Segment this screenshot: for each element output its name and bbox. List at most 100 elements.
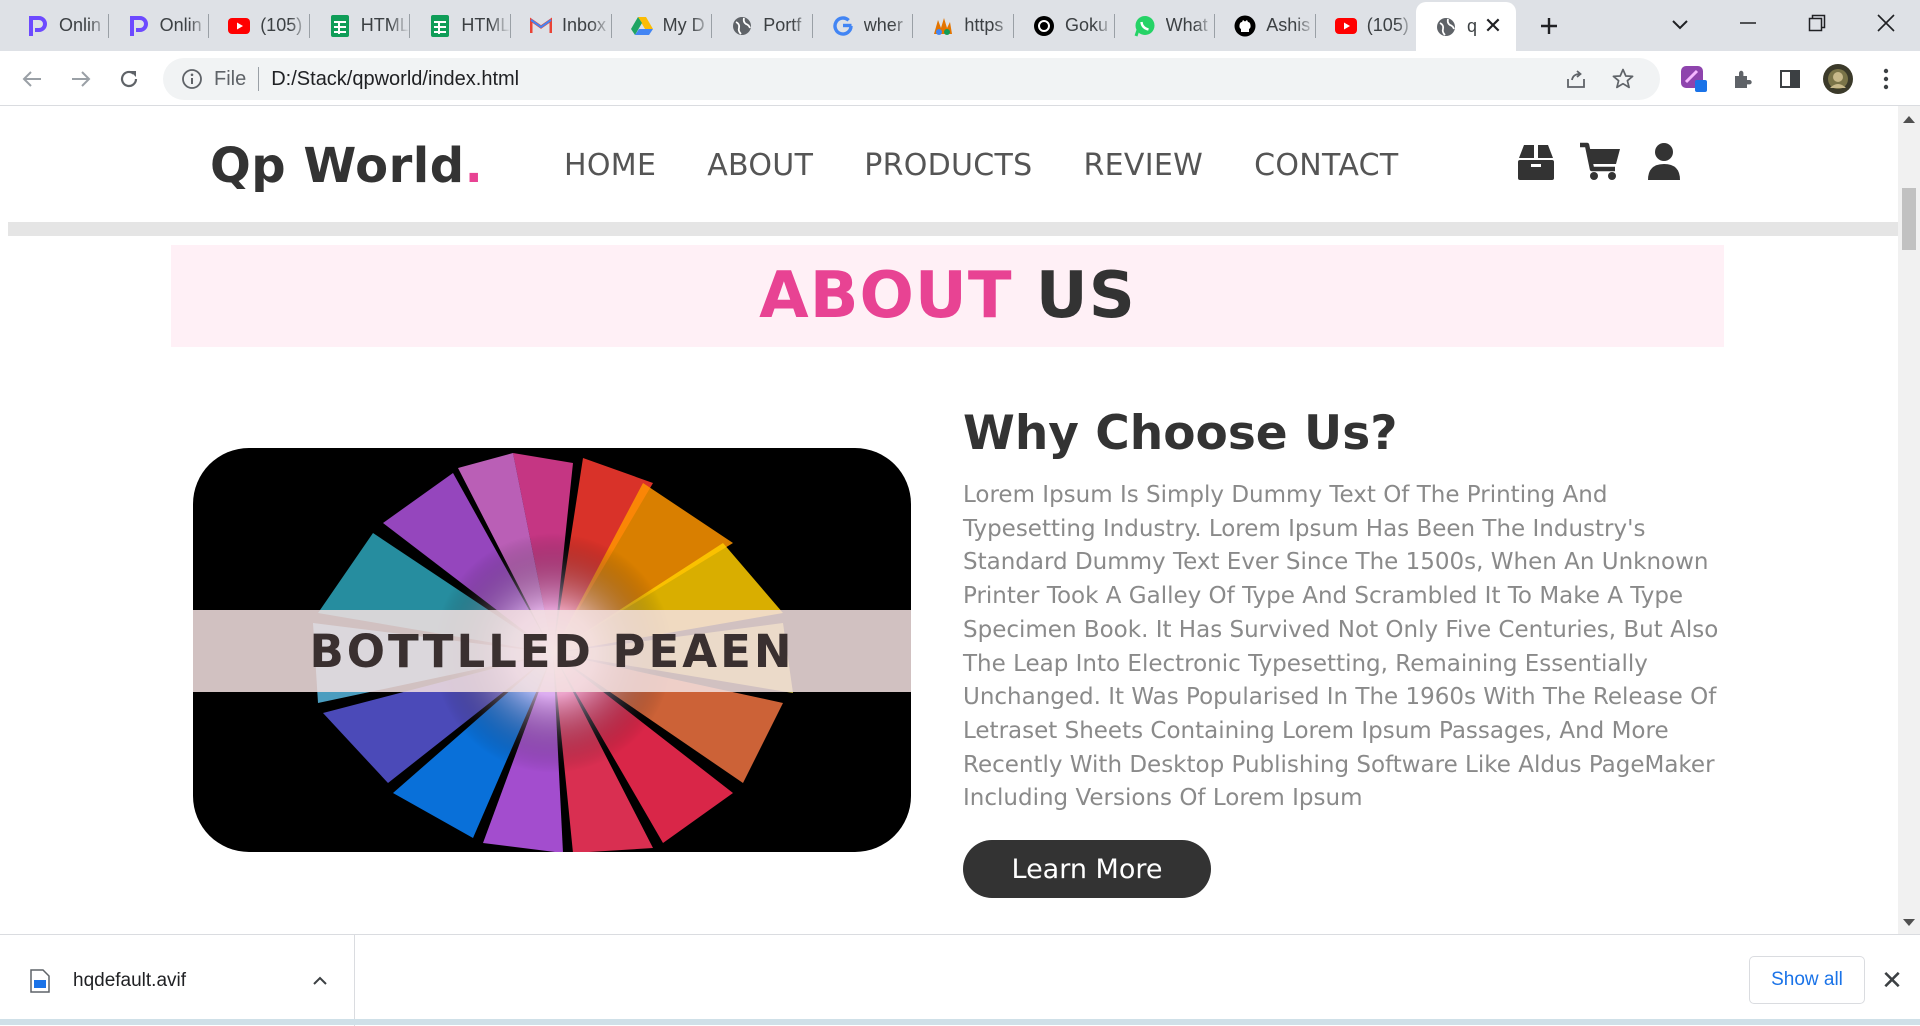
globe-icon: [731, 15, 753, 37]
download-file-name: hqdefault.avif: [73, 969, 187, 991]
taskbar-strip: [0, 1019, 1920, 1025]
scroll-down-arrow-icon[interactable]: [1903, 919, 1915, 926]
back-arrow-icon[interactable]: [15, 62, 49, 96]
sheets-icon: [429, 14, 451, 37]
globe-icon: [1435, 16, 1457, 38]
tab-7[interactable]: My D: [612, 6, 712, 45]
file-icon: [30, 968, 50, 993]
scroll-up-arrow-icon[interactable]: [1903, 116, 1915, 123]
browser-tab-strip: Onlin Onlin (105) HTML HTML Inbox My D Portf whe…: [0, 0, 1920, 51]
tab-title: (105): [1366, 15, 1409, 35]
info-icon[interactable]: [180, 67, 204, 91]
hands-icon: [932, 15, 954, 37]
nav-review[interactable]: REVIEW: [1084, 148, 1204, 183]
reload-icon[interactable]: [112, 62, 146, 96]
youtube-icon: [1334, 15, 1357, 37]
youtube-icon: [228, 15, 251, 37]
url-scheme-label: File: [214, 67, 247, 90]
heading-accent: ABOUT: [759, 259, 1013, 333]
image-banner: BOTTLLED PEAEN: [193, 610, 911, 692]
logo-text: Qp World: [210, 138, 465, 194]
download-bar: hqdefault.avif Show all ✕: [0, 934, 1920, 1026]
side-panel-icon[interactable]: [1773, 62, 1807, 96]
tab-2[interactable]: Onlin: [109, 6, 209, 45]
header-divider: [8, 222, 1898, 236]
github-icon: [1234, 15, 1256, 37]
tab-title: (105): [260, 15, 303, 35]
proton-icon: [27, 15, 49, 37]
tab-8[interactable]: Portf: [712, 6, 812, 45]
restore-window-icon[interactable]: [1802, 8, 1832, 38]
tab-title: Portf: [763, 15, 802, 35]
about-heading-band: ABOUT US: [171, 245, 1724, 347]
tab-4[interactable]: HTML: [310, 6, 410, 45]
nav-contact[interactable]: CONTACT: [1254, 148, 1398, 183]
heading-rest: US: [1035, 259, 1136, 333]
extension-icon[interactable]: [1677, 62, 1711, 96]
profile-avatar[interactable]: [1821, 62, 1855, 96]
logo-dot: .: [464, 138, 484, 194]
tab-active-title: q: [1467, 16, 1478, 36]
address-bar[interactable]: File D:/Stack/qpworld/index.html: [163, 58, 1660, 100]
site-logo[interactable]: Qp World.: [210, 138, 483, 194]
page-scrollbar[interactable]: [1898, 106, 1920, 934]
chevron-up-icon[interactable]: [308, 969, 332, 993]
tab-6[interactable]: Inbox: [511, 6, 611, 45]
forward-arrow-icon[interactable]: [64, 62, 98, 96]
tab-search-chevron-icon[interactable]: [1665, 10, 1695, 40]
about-content: Why Choose Us? Lorem Ipsum Is Simply Dum…: [963, 406, 1723, 899]
browser-menu-icon[interactable]: [1869, 62, 1903, 96]
about-heading: ABOUT US: [759, 259, 1136, 333]
nav-home[interactable]: HOME: [564, 148, 656, 183]
about-title: Why Choose Us?: [963, 406, 1398, 461]
tab-title: https: [964, 15, 1004, 35]
tab-1[interactable]: Onlin: [8, 6, 108, 45]
whatsapp-icon: [1134, 15, 1156, 37]
google-icon: [832, 15, 854, 37]
tab-title: HTML: [360, 15, 410, 35]
tab-title: Inbox: [562, 15, 607, 35]
close-download-bar-icon[interactable]: ✕: [1878, 966, 1906, 996]
tab-11[interactable]: Goku: [1014, 6, 1114, 45]
share-icon[interactable]: [1564, 67, 1588, 91]
tab-13[interactable]: Ashis: [1215, 6, 1315, 45]
scrollbar-thumb[interactable]: [1902, 188, 1916, 250]
openai-icon: [1033, 15, 1055, 37]
tab-title: HTML: [461, 15, 510, 35]
cart-icon[interactable]: [1578, 140, 1622, 184]
close-window-icon[interactable]: [1871, 8, 1901, 38]
bookmark-star-icon[interactable]: [1611, 67, 1635, 91]
minimize-window-icon[interactable]: [1733, 8, 1763, 38]
header-icons: [1514, 140, 1706, 184]
nav-products[interactable]: PRODUCTS: [864, 148, 1032, 183]
box-icon[interactable]: [1514, 140, 1558, 184]
download-item[interactable]: hqdefault.avif: [0, 935, 355, 1026]
tab-active[interactable]: q ✕: [1416, 2, 1516, 51]
tab-12[interactable]: What: [1115, 6, 1215, 45]
close-tab-icon[interactable]: ✕: [1482, 13, 1504, 38]
image-banner-text: BOTTLLED PEAEN: [309, 624, 795, 678]
about-paragraph: Lorem Ipsum Is Simply Dummy Text Of The …: [963, 482, 1719, 812]
tab-10[interactable]: https: [913, 6, 1013, 45]
user-icon[interactable]: [1642, 140, 1686, 184]
main-nav: HOME ABOUT PRODUCTS REVIEW CONTACT: [564, 148, 1450, 183]
url-text[interactable]: D:/Stack/qpworld/index.html: [271, 68, 519, 91]
tab-3[interactable]: (105): [209, 6, 309, 45]
tab-5[interactable]: HTML: [410, 6, 510, 45]
page-viewport: Qp World. HOME ABOUT PRODUCTS REVIEW CON…: [0, 106, 1898, 934]
tab-title: Onlin: [159, 15, 202, 35]
tab-title: Goku: [1065, 15, 1109, 35]
omnibox-divider: [258, 67, 260, 91]
tab-title: Onlin: [59, 15, 102, 35]
tab-title: What: [1165, 15, 1208, 35]
tab-14[interactable]: (105): [1316, 6, 1416, 45]
nav-about[interactable]: ABOUT: [707, 148, 813, 183]
tab-9[interactable]: wher: [813, 6, 913, 45]
tab-title: My D: [662, 15, 705, 35]
gmail-icon: [530, 15, 552, 37]
browser-toolbar: File D:/Stack/qpworld/index.html: [0, 51, 1920, 106]
extensions-puzzle-icon[interactable]: [1726, 62, 1760, 96]
new-tab-button[interactable]: [1534, 11, 1564, 41]
learn-more-button[interactable]: Learn More: [963, 840, 1211, 899]
show-all-button[interactable]: Show all: [1749, 956, 1865, 1004]
